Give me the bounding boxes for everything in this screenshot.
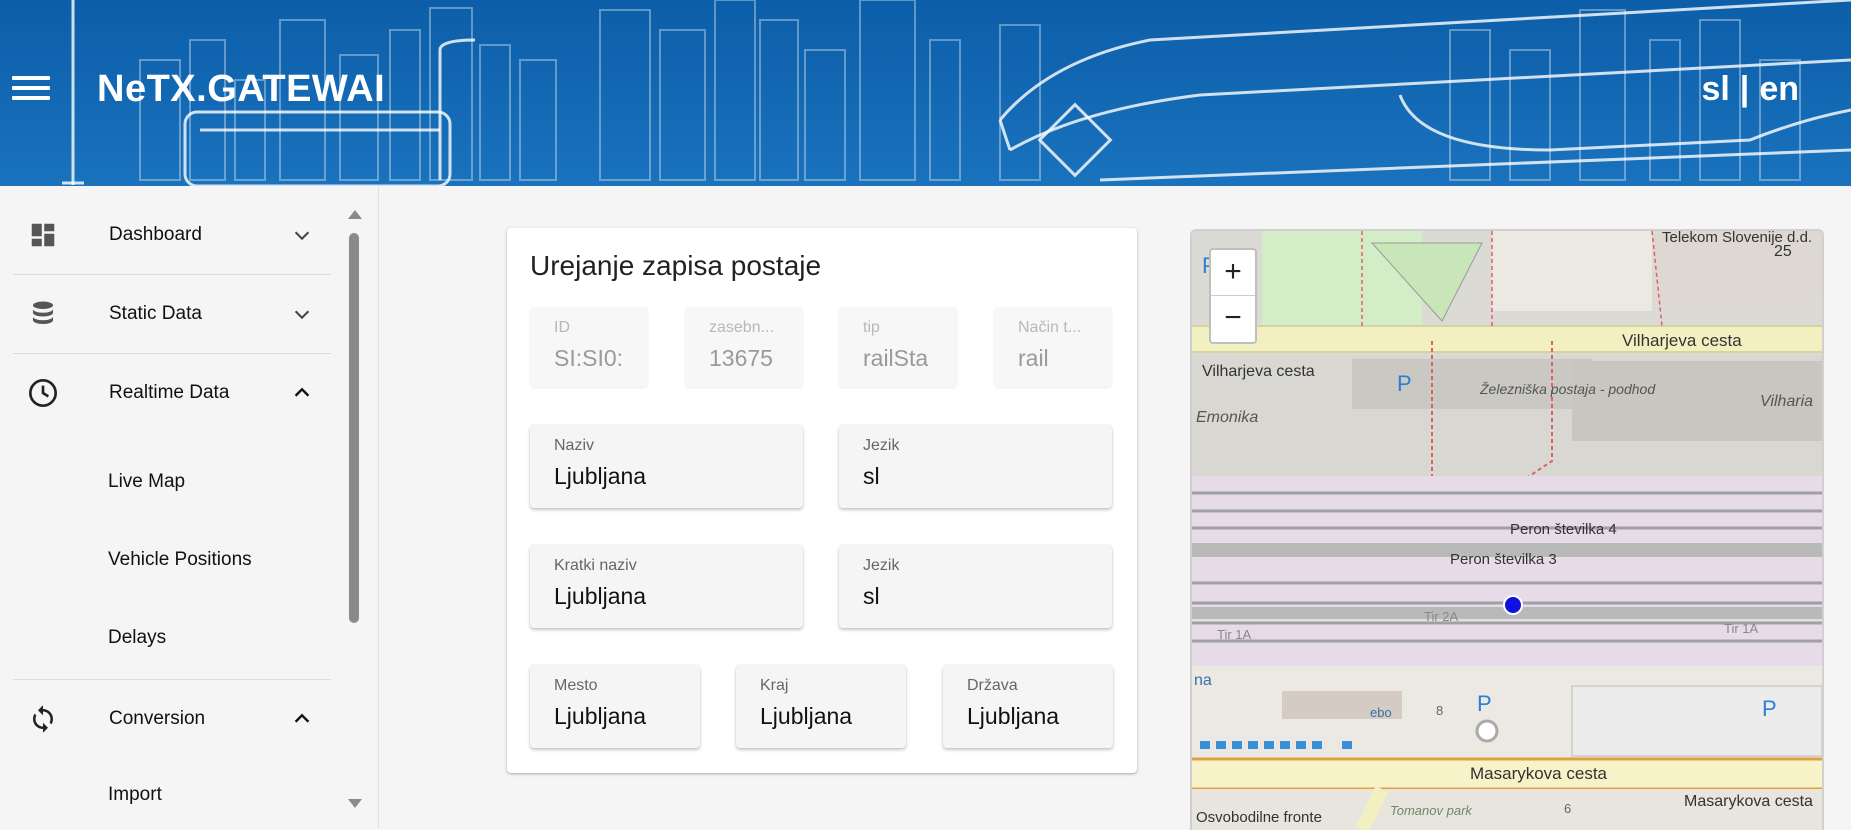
map-label-masarykova-right: Masarykova cesta — [1684, 793, 1813, 810]
station-marker[interactable] — [1503, 595, 1523, 615]
sidebar-item-conversion[interactable]: Conversion — [13, 680, 331, 758]
country-input[interactable] — [967, 703, 1102, 730]
card-title: Urejanje zapisa postaje — [530, 250, 822, 281]
chevron-down-icon — [294, 231, 310, 241]
field-label: Jezik — [863, 557, 900, 574]
field-label: tip — [863, 319, 880, 336]
svg-text:P: P — [1397, 371, 1412, 396]
map-label-vilharia: Vilharia — [1760, 393, 1814, 410]
app-title: NeTX.GATEWAI — [97, 68, 386, 110]
sidebar-item-label: Conversion — [109, 708, 206, 729]
map-label-vilharjeva-top: Vilharjeva cesta — [1622, 331, 1742, 350]
app-header: NeTX.GATEWAI sl | en — [0, 0, 1851, 186]
field-label: Naziv — [554, 437, 595, 454]
city-input[interactable] — [554, 703, 689, 730]
map-label-peron-4: Peron številka 4 — [1510, 521, 1617, 538]
map-label-tir-1a-right: Tir 1A — [1724, 621, 1759, 636]
menu-button[interactable] — [12, 76, 50, 106]
sidebar-scrollbar-thumb[interactable] — [349, 233, 359, 623]
short-name-language-input[interactable] — [863, 583, 1093, 610]
map-label-masarykova-center: Masarykova cesta — [1470, 764, 1607, 783]
station-map[interactable]: P P P P Telekom Slovenije d.d. 25 Vilhar… — [1190, 229, 1824, 830]
field-label: Kratki naziv — [554, 557, 637, 574]
svg-text:P: P — [1477, 691, 1492, 716]
map-label-tomanov: Tomanov park — [1390, 803, 1472, 818]
svg-text:P: P — [1762, 696, 1777, 721]
id-field[interactable]: ID — [530, 307, 648, 387]
short-name-language-field[interactable]: Jezik — [839, 545, 1112, 628]
map-label-vilharjeva-left: Vilharjeva cesta — [1202, 363, 1315, 380]
map-label-25: 25 — [1774, 243, 1792, 260]
city-field[interactable]: Mesto — [530, 665, 700, 748]
sidebar-item-label: Dashboard — [109, 224, 202, 245]
field-label: Jezik — [863, 437, 900, 454]
map-label-8: 8 — [1436, 703, 1444, 718]
language-switcher: sl | en — [1701, 70, 1799, 109]
lang-separator: | — [1739, 70, 1750, 108]
transport-mode-input[interactable] — [1018, 345, 1098, 372]
sidebar-item-import[interactable]: Import — [108, 784, 162, 806]
map-label-telekom: Telekom Slovenije d.d. — [1662, 229, 1813, 246]
field-label: Način t... — [1018, 319, 1082, 336]
name-language-input[interactable] — [863, 463, 1093, 490]
chevron-up-icon — [294, 387, 310, 397]
name-language-field[interactable]: Jezik — [839, 425, 1112, 508]
map-label-6: 6 — [1564, 801, 1572, 816]
field-label: Država — [967, 677, 1018, 694]
sync-icon — [27, 703, 59, 735]
stop-edit-card: Urejanje zapisa postaje ID zasebn... tip… — [507, 228, 1137, 773]
short-name-field[interactable]: Kratki naziv — [530, 545, 803, 628]
region-input[interactable] — [760, 703, 895, 730]
country-field[interactable]: Država — [943, 665, 1113, 748]
sidebar-item-realtime-data[interactable]: Realtime Data — [13, 354, 331, 432]
field-label: ID — [554, 319, 570, 336]
map-label-emonika: Emonika — [1196, 409, 1259, 426]
type-field[interactable]: tip — [839, 307, 957, 387]
dashboard-icon — [27, 219, 59, 251]
map-label-peron-3: Peron številka 3 — [1450, 551, 1557, 568]
chevron-down-icon — [294, 310, 310, 320]
chevron-up-icon — [294, 713, 310, 723]
lang-sl-link[interactable]: sl — [1701, 70, 1729, 108]
id-input[interactable] — [554, 345, 634, 372]
field-label: Mesto — [554, 677, 598, 694]
map-label-tir-2a: Tir 2A — [1424, 609, 1459, 624]
map-label-tir-1a-left: Tir 1A — [1217, 627, 1252, 642]
region-field[interactable]: Kraj — [736, 665, 906, 748]
scroll-down-arrow-icon[interactable] — [348, 799, 362, 808]
map-zoom-control: + − — [1209, 248, 1257, 344]
zoom-out-button[interactable]: − — [1211, 296, 1255, 341]
type-input[interactable] — [863, 345, 943, 372]
hamburger-menu-icon — [12, 76, 50, 80]
map-label-zelezniska: Železniška postaja - podhod — [1480, 381, 1655, 397]
sidebar-item-vehicle-positions[interactable]: Vehicle Positions — [108, 549, 252, 571]
field-label: Kraj — [760, 677, 789, 694]
name-input[interactable] — [554, 463, 784, 490]
map-label-na: na — [1194, 672, 1212, 689]
map-tiles: P P P P — [1192, 231, 1822, 830]
sidebar-item-label: Realtime Data — [109, 382, 230, 403]
name-field[interactable]: Naziv — [530, 425, 803, 508]
sidebar-nav: Dashboard Static Data Realtime Data Live… — [0, 186, 379, 828]
field-label: zasebn... — [709, 319, 774, 336]
sidebar-item-label: Static Data — [109, 303, 202, 324]
database-icon — [27, 298, 59, 330]
sidebar-item-static-data[interactable]: Static Data — [13, 275, 331, 354]
sidebar-item-live-map[interactable]: Live Map — [108, 471, 185, 493]
private-code-field[interactable]: zasebn... — [685, 307, 803, 387]
clock-icon — [27, 377, 59, 409]
sidebar-item-dashboard[interactable]: Dashboard — [13, 196, 331, 275]
private-code-input[interactable] — [709, 345, 789, 372]
transport-mode-field[interactable]: Način t... — [994, 307, 1112, 387]
zoom-in-button[interactable]: + — [1211, 250, 1255, 296]
sidebar-item-delays[interactable]: Delays — [108, 627, 166, 649]
map-label-osvobodilne: Osvobodilne fronte — [1196, 809, 1322, 826]
scroll-up-arrow-icon[interactable] — [348, 210, 362, 219]
short-name-input[interactable] — [554, 583, 784, 610]
lang-en-link[interactable]: en — [1759, 70, 1799, 108]
map-label-ebo: ebo — [1370, 705, 1392, 720]
